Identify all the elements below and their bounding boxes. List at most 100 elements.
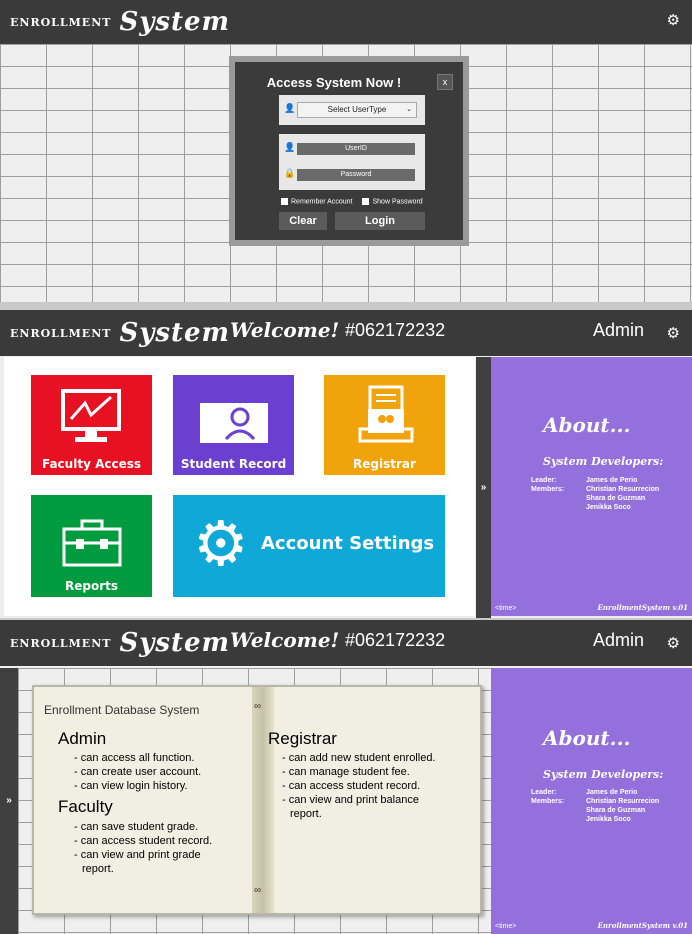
ring-icon: ∞	[254, 701, 262, 712]
permission-item: - can create user account.	[74, 766, 202, 778]
brand-small: ENROLLMENT	[10, 636, 112, 650]
usertype-select[interactable]: Select UserType ⌄	[297, 102, 417, 118]
permission-item: - can save student grade.	[74, 821, 199, 833]
login-dialog: Access System Now ! x 👤 Select UserType …	[235, 62, 463, 240]
remember-checkbox[interactable]: Remember Account	[281, 198, 352, 205]
permission-item: - can access student record.	[74, 835, 213, 847]
user-role: Admin	[593, 320, 645, 340]
developer-list: Leader: James de Perio Members: Christia…	[531, 789, 659, 823]
checkbox-box[interactable]	[281, 198, 288, 205]
toolbox-icon	[62, 519, 122, 567]
id-card-icon	[200, 403, 268, 443]
role-heading-registrar: Registrar	[268, 729, 337, 748]
dashboard-screen: ENROLLMENT System Welcome! #062172232 Ad…	[0, 310, 692, 618]
monitor-icon	[61, 389, 121, 442]
title-bar: ENROLLMENT System Welcome! #062172232 Ad…	[0, 620, 692, 666]
time-label: <time>	[495, 923, 517, 930]
version-label: EnrollmentSystem v.01	[597, 603, 688, 612]
dashboard-tiles: Faculty Access Student Record Registrar	[4, 357, 475, 616]
credentials-box: 👤 UserID 🔒 Password	[279, 134, 425, 190]
book-spine	[252, 687, 274, 913]
role-heading-faculty: Faculty	[58, 797, 113, 816]
leader-name: James de Perio	[586, 789, 638, 796]
login-button[interactable]: Login	[335, 212, 425, 230]
members-label: Members:	[531, 798, 565, 805]
admin-permissions: - can access all function. - can create …	[74, 751, 201, 793]
student-record-tile[interactable]: Student Record	[173, 375, 294, 475]
faculty-access-tile[interactable]: Faculty Access	[31, 375, 152, 475]
about-subtitle: System Developers:	[543, 455, 664, 468]
member-name: Jenikka Soco	[586, 816, 631, 823]
leader-label: Leader:	[531, 477, 557, 484]
registrar-tile[interactable]: Registrar	[324, 375, 445, 475]
usertype-label: Select UserType	[327, 105, 387, 114]
member-name: Jenikka Soco	[586, 504, 631, 511]
permission-item: - can access student record.	[282, 780, 421, 792]
about-subtitle: System Developers:	[543, 768, 664, 781]
permission-item: - can view and print balance	[282, 794, 419, 806]
member-name: Christian Resurrecion	[586, 798, 660, 805]
login-options: Remember Account Show Password	[281, 198, 423, 205]
role-heading-admin: Admin	[58, 729, 107, 748]
gear-icon[interactable]: ⚙	[667, 324, 680, 342]
show-password-checkbox[interactable]: Show Password	[362, 198, 423, 206]
about-title: About...	[543, 413, 631, 437]
reports-tile[interactable]: Reports	[31, 495, 152, 597]
checkbox-box[interactable]	[362, 198, 370, 205]
roles-book: ∞ ∞ Enrollment Database System Admin - c…	[32, 685, 482, 915]
about-panel: About... System Developers: Leader: Jame…	[491, 357, 692, 616]
brand-big: System	[119, 7, 231, 37]
brand-logo: ENROLLMENT System	[10, 310, 230, 356]
usertype-box: 👤 Select UserType ⌄	[279, 95, 425, 125]
login-dialog-frame: Access System Now ! x 👤 Select UserType …	[229, 56, 469, 246]
expand-toggle[interactable]: »	[476, 357, 491, 618]
faculty-permissions: - can save student grade. - can access s…	[74, 820, 212, 876]
permission-item: - can view login history.	[74, 780, 188, 792]
roles-screen: ENROLLMENT System Welcome! #062172232 Ad…	[0, 620, 692, 934]
about-panel: About... System Developers: Leader: Jame…	[491, 668, 692, 934]
user-icon: 👤	[284, 142, 296, 152]
password-input[interactable]: Password	[297, 169, 415, 181]
chevron-down-icon: ⌄	[406, 106, 412, 113]
welcome-text: Welcome!	[230, 318, 340, 342]
leader-name: James de Perio	[586, 477, 638, 484]
show-password-label: Show Password	[372, 198, 423, 206]
tile-label: Registrar	[353, 457, 416, 471]
permission-item: report.	[82, 863, 114, 875]
tile-label: Faculty Access	[41, 457, 142, 471]
ring-icon: ∞	[254, 885, 262, 896]
brand-logo: ENROLLMENT System	[10, 0, 230, 44]
user-role: Admin	[593, 630, 645, 650]
title-bar: ENROLLMENT System ⚙	[0, 0, 692, 44]
registrar-permissions: - can add new student enrolled. - can ma…	[282, 751, 436, 821]
clear-button[interactable]: Clear	[279, 212, 327, 230]
login-screen: ENROLLMENT System ⚙ Access System Now ! …	[0, 0, 692, 302]
login-title: Access System Now !	[266, 75, 402, 90]
version-label: EnrollmentSystem v.01	[597, 921, 688, 930]
member-name: Christian Resurrecion	[586, 486, 660, 493]
book-title: Enrollment Database System	[44, 703, 200, 717]
brand-small: ENROLLMENT	[10, 326, 112, 340]
members-label: Members:	[531, 486, 565, 493]
close-button[interactable]: x	[437, 74, 453, 90]
registrar-icon	[358, 385, 414, 443]
userid-input[interactable]: UserID	[297, 143, 415, 155]
brand-big: System	[119, 318, 231, 348]
tile-label: Reports	[64, 579, 118, 593]
gear-icon[interactable]: ⚙	[667, 634, 680, 652]
brand-big: System	[119, 628, 231, 658]
brand-logo: ENROLLMENT System	[10, 620, 230, 666]
gear-icon[interactable]: ⚙	[667, 11, 680, 29]
lock-icon: 🔒	[284, 168, 296, 178]
expand-toggle[interactable]: »	[0, 668, 18, 934]
tile-label: Account Settings	[261, 533, 435, 554]
member-name: Shara de Guzman	[586, 495, 646, 502]
brand-small: ENROLLMENT	[10, 15, 112, 29]
permission-item: - can add new student enrolled.	[282, 752, 436, 764]
account-settings-tile[interactable]: ⚙ Account Settings	[173, 495, 445, 597]
welcome-text: Welcome!	[230, 628, 340, 652]
permission-item: report.	[290, 808, 322, 820]
tile-label: Student Record	[180, 457, 287, 471]
user-id: #062172232	[345, 320, 446, 340]
member-name: Shara de Guzman	[586, 807, 646, 814]
